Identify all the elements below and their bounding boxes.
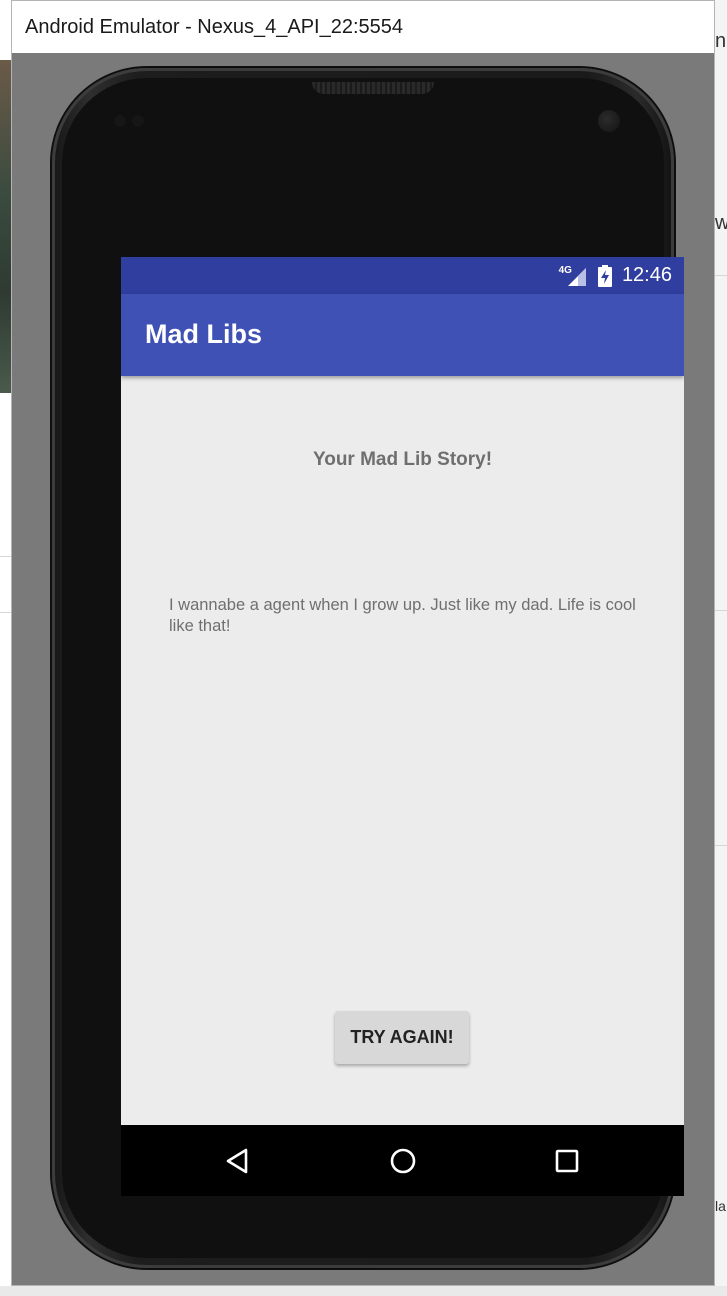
light-sensor bbox=[132, 115, 144, 127]
phone-frame: 4G 12:46 Mad Libs Your Mad Lib Story! I … bbox=[52, 68, 684, 1268]
window-title: Android Emulator - Nexus_4_API_22:5554 bbox=[25, 16, 404, 38]
battery-charging-icon bbox=[597, 264, 612, 287]
background-text: la bbox=[715, 1198, 726, 1214]
background-text: w bbox=[715, 212, 727, 234]
proximity-sensor bbox=[114, 115, 126, 127]
signal-icon bbox=[567, 267, 586, 286]
app-title: Mad Libs bbox=[145, 319, 263, 349]
recents-icon[interactable] bbox=[553, 1147, 581, 1175]
status-bar: 4G 12:46 bbox=[121, 257, 684, 294]
back-icon[interactable] bbox=[224, 1147, 252, 1175]
device-screen: 4G 12:46 Mad Libs Your Mad Lib Story! I … bbox=[121, 257, 684, 1196]
window-titlebar[interactable]: Android Emulator - Nexus_4_API_22:5554 bbox=[12, 1, 714, 53]
story-text: I wannabe a agent when I grow up. Just l… bbox=[169, 596, 636, 635]
speaker-grille bbox=[312, 82, 434, 94]
front-camera-icon bbox=[598, 110, 620, 132]
background-divider bbox=[715, 610, 727, 611]
story-heading: Your Mad Lib Story! bbox=[312, 449, 493, 470]
background-divider bbox=[715, 275, 727, 276]
background-divider bbox=[715, 845, 727, 846]
try-again-button[interactable]: TRY AGAIN! bbox=[335, 1011, 469, 1064]
status-clock: 12:46 bbox=[621, 264, 672, 286]
background-text: nc bbox=[715, 30, 727, 52]
status-icons: 4G 12:46 bbox=[559, 263, 672, 288]
background-taskbar bbox=[0, 1286, 727, 1296]
app-bar: Mad Libs bbox=[121, 294, 684, 376]
background-panel bbox=[715, 0, 727, 1296]
navigation-bar bbox=[121, 1125, 684, 1196]
emulator-window: Android Emulator - Nexus_4_API_22:5554 4… bbox=[11, 0, 715, 1286]
home-icon[interactable] bbox=[389, 1147, 417, 1175]
